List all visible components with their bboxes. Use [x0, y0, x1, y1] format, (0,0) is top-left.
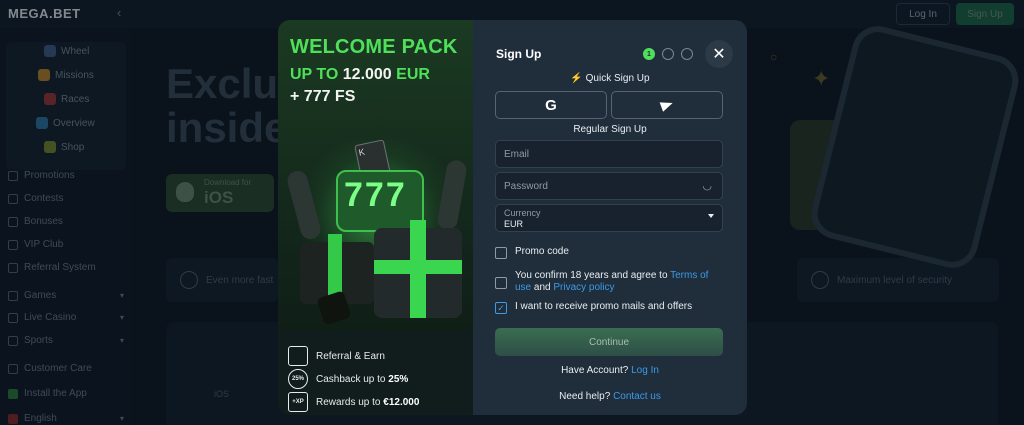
step-1: 1 [643, 48, 655, 60]
promo-code-toggle[interactable]: Promo code [495, 246, 569, 259]
age-confirm-checkbox[interactable] [495, 277, 507, 289]
promo-code-checkbox[interactable] [495, 247, 507, 259]
step-3 [681, 48, 693, 60]
currency-select[interactable]: Currency EUR [495, 204, 723, 232]
login-link[interactable]: Log In [631, 365, 659, 376]
slot-777-text: 777 [344, 176, 407, 214]
signup-title: Sign Up [496, 47, 542, 61]
signup-form: Sign Up 1 ✕ ⚡ Quick Sign Up G Regular Si… [473, 20, 747, 415]
telegram-icon [659, 98, 675, 112]
step-indicator: 1 [643, 48, 693, 60]
checkmark-icon: ✓ [497, 303, 505, 313]
continue-button[interactable]: Continue [495, 328, 723, 356]
step-2 [662, 48, 674, 60]
google-signup-button[interactable]: G [495, 91, 607, 119]
perk-cashback: 25% Cashback up to 25% [288, 369, 408, 389]
close-icon: ✕ [712, 46, 726, 63]
age-confirm-row: You confirm 18 years and agree to Terms … [495, 270, 723, 294]
email-field[interactable]: Email [495, 140, 723, 168]
perks-list: Referral & Earn 25% Cashback up to 25% +… [278, 330, 473, 415]
close-button[interactable]: ✕ [705, 40, 733, 68]
promo-mails-checkbox[interactable]: ✓ [495, 302, 507, 314]
xp-icon: +XP [288, 392, 308, 412]
eye-closed-icon[interactable]: ◡ [702, 179, 712, 192]
signup-modal: WELCOME PACK UP TO 12.000 EUR + 777 FS K… [278, 20, 747, 415]
have-account-row: Have Account? Log In [561, 365, 659, 376]
privacy-link[interactable]: Privacy policy [553, 282, 614, 293]
lightning-icon: ⚡ [570, 73, 583, 84]
perk-referral: Referral & Earn [288, 346, 385, 366]
cashback-icon: 25% [288, 369, 308, 389]
password-field[interactable]: Password ◡ [495, 172, 723, 200]
welcome-pack-offer: UP TO 12.000 EUR + 777 FS [290, 66, 430, 105]
contact-link[interactable]: Contact us [613, 391, 661, 402]
need-help-row: Need help? Contact us [559, 391, 661, 402]
large-gift-ribbon-horizontal [374, 260, 462, 274]
google-icon: G [545, 96, 557, 114]
perk-rewards: +XP Rewards up to €12.000 [288, 392, 419, 412]
quick-signup-label: ⚡ Quick Sign Up [570, 73, 650, 84]
regular-signup-label: Regular Sign Up [573, 124, 647, 135]
telegram-signup-button[interactable] [611, 91, 723, 119]
promo-mails-row[interactable]: ✓ I want to receive promo mails and offe… [495, 301, 692, 314]
welcome-pack-panel: WELCOME PACK UP TO 12.000 EUR + 777 FS K… [278, 20, 473, 415]
caret-down-icon [708, 214, 714, 218]
referral-icon [288, 346, 308, 366]
welcome-pack-title: WELCOME PACK [290, 36, 458, 58]
